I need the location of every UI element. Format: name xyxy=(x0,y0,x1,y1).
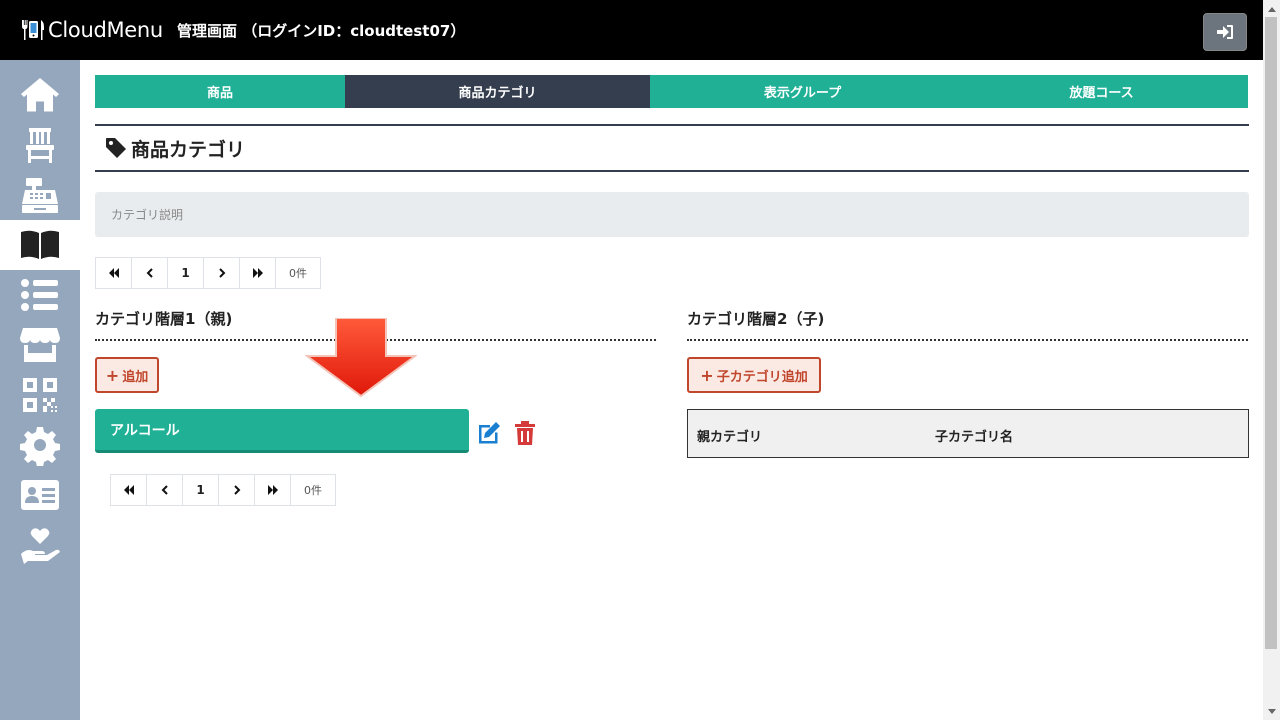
gear-icon xyxy=(20,427,60,466)
add-category-button[interactable]: + 追加 xyxy=(95,357,159,393)
sidebar-item-home[interactable] xyxy=(0,70,80,120)
cash-register-icon xyxy=(22,178,58,213)
chevron-left-icon xyxy=(161,485,168,495)
add-category-label: 追加 xyxy=(122,369,149,385)
column-child-category-name: 子カテゴリ名 xyxy=(935,430,1014,445)
qrcode-icon xyxy=(23,378,57,412)
add-child-category-label: 子カテゴリ追加 xyxy=(716,369,808,385)
pager-next-button[interactable] xyxy=(219,475,255,505)
page-heading: 商品カテゴリ xyxy=(95,124,1249,172)
logout-icon xyxy=(1217,25,1233,39)
home-icon xyxy=(21,78,59,112)
tab-products[interactable]: 商品 xyxy=(95,75,345,108)
chair-icon xyxy=(26,128,54,163)
double-chevron-left-icon xyxy=(108,268,119,278)
category-item[interactable]: アルコール xyxy=(95,409,469,453)
book-icon xyxy=(21,230,59,259)
list-icon xyxy=(21,279,58,311)
admin-title: 管理画面 （ログインID：cloudtest07） xyxy=(177,22,466,40)
tab-display-groups[interactable]: 表示グループ xyxy=(650,75,955,108)
edit-icon[interactable] xyxy=(476,420,502,446)
pager-last-button[interactable] xyxy=(240,258,276,288)
child-category-table: 親カテゴリ 子カテゴリ名 xyxy=(687,409,1249,458)
sidebar-item-store[interactable] xyxy=(0,320,80,370)
pager-prev-button[interactable] xyxy=(132,258,168,288)
category-tabs: 商品 商品カテゴリ 表示グループ 放題コース xyxy=(95,75,1248,108)
tab-all-you-can-courses[interactable]: 放題コース xyxy=(955,75,1248,108)
pager-page-number[interactable]: 1 xyxy=(168,258,204,288)
tag-icon xyxy=(106,138,126,158)
chevron-left-icon xyxy=(146,268,153,278)
pager-last-button[interactable] xyxy=(255,475,291,505)
utensils-menu-icon xyxy=(22,20,44,40)
scroll-down-arrow-icon[interactable] xyxy=(1263,703,1280,720)
pager-count: 0件 xyxy=(304,484,322,497)
double-chevron-right-icon xyxy=(267,485,278,495)
sidebar-nav xyxy=(0,60,80,720)
annotation-arrow-down-icon xyxy=(305,318,417,398)
sidebar-item-staff[interactable] xyxy=(0,470,80,520)
sidebar-item-register[interactable] xyxy=(0,170,80,220)
category-description-field[interactable]: カテゴリ説明 xyxy=(95,192,1249,237)
trash-icon[interactable] xyxy=(513,420,537,446)
level2-heading: カテゴリ階層2（子) xyxy=(687,308,1248,341)
pager-count: 0件 xyxy=(289,267,307,280)
sidebar-item-settings[interactable] xyxy=(0,420,80,470)
scrollbar-thumb[interactable] xyxy=(1265,17,1277,649)
hand-heart-icon xyxy=(21,528,60,564)
pagination-top: 1 0件 xyxy=(95,257,321,289)
pager-prev-button[interactable] xyxy=(147,475,183,505)
chevron-right-icon xyxy=(218,268,225,278)
tab-product-categories[interactable]: 商品カテゴリ xyxy=(345,75,650,108)
plus-icon: + xyxy=(700,365,714,385)
sidebar-item-qrcode[interactable] xyxy=(0,370,80,420)
app-header: CloudMenu 管理画面 （ログインID：cloudtest07） xyxy=(0,0,1280,60)
store-icon xyxy=(20,328,60,362)
plus-icon: + xyxy=(105,365,120,385)
cloudmenu-logo[interactable]: CloudMenu xyxy=(20,15,163,45)
sidebar-item-list[interactable] xyxy=(0,270,80,320)
page-title: 商品カテゴリ xyxy=(131,138,246,161)
pager-first-button[interactable] xyxy=(111,475,147,505)
column-parent-category: 親カテゴリ xyxy=(697,430,763,445)
chevron-right-icon xyxy=(233,485,240,495)
sidebar-item-care[interactable] xyxy=(0,520,80,570)
pager-page-number[interactable]: 1 xyxy=(183,475,219,505)
double-chevron-right-icon xyxy=(252,268,263,278)
double-chevron-left-icon xyxy=(123,485,134,495)
add-child-category-button[interactable]: + 子カテゴリ追加 xyxy=(687,357,821,393)
pager-first-button[interactable] xyxy=(96,258,132,288)
logo-text: CloudMenu xyxy=(48,18,163,42)
scroll-up-arrow-icon[interactable] xyxy=(1263,0,1280,17)
pagination-bottom: 1 0件 xyxy=(110,474,336,506)
pager-next-button[interactable] xyxy=(204,258,240,288)
logout-button[interactable] xyxy=(1203,13,1247,51)
id-card-icon xyxy=(21,480,59,510)
sidebar-item-seat[interactable] xyxy=(0,120,80,170)
sidebar-item-menu-book[interactable] xyxy=(0,220,80,270)
